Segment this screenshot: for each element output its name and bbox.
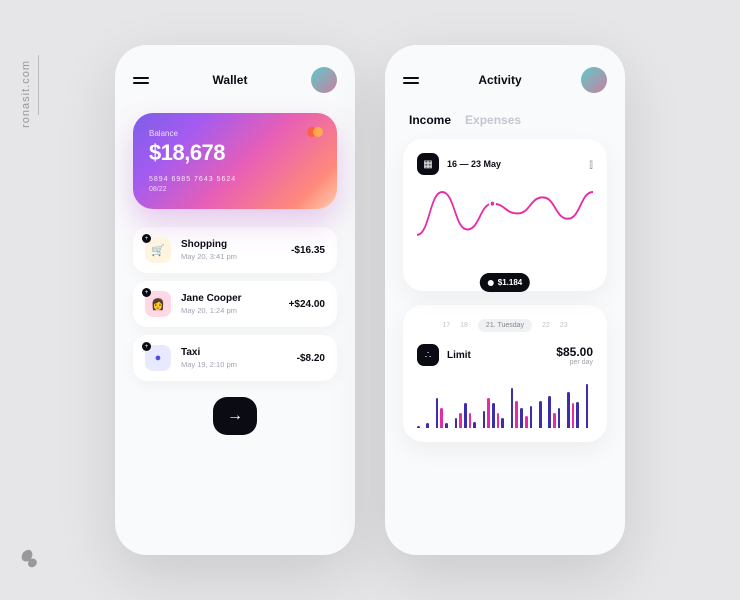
- activity-screen: Activity Income Expenses ▦ 16 — 23 May ⫾: [385, 45, 625, 555]
- day[interactable]: 23: [560, 322, 568, 329]
- day-active[interactable]: 21. Tuesday: [478, 319, 532, 332]
- date-range: 16 — 23 May: [447, 159, 501, 169]
- dot-icon: [488, 280, 494, 286]
- day[interactable]: 17: [442, 322, 450, 329]
- page-title: Wallet: [213, 73, 248, 87]
- day[interactable]: 18: [460, 322, 468, 329]
- transaction-row[interactable]: +👩 Jane Cooper May 20, 1:24 pm +$24.00: [133, 281, 337, 327]
- card-number: 5894 6985 7643 5624: [149, 176, 321, 183]
- tx-amount: -$8.20: [297, 353, 325, 364]
- limit-card: 17 18 21. Tuesday 22 23 ∴ Limit $85.00 p…: [403, 305, 607, 442]
- income-line-chart: [417, 187, 593, 272]
- card-expiry: 08/22: [149, 186, 321, 193]
- brand-text: ronasit.com: [20, 60, 32, 128]
- next-button[interactable]: →: [213, 397, 257, 435]
- transaction-row[interactable]: +● Taxi May 19, 2:10 pm -$8.20: [133, 335, 337, 381]
- limit-per: per day: [556, 359, 593, 366]
- balance-amount: $18,678: [149, 140, 321, 166]
- person-icon: +👩: [145, 291, 171, 317]
- wallet-screen: Wallet Balance $18,678 5894 6985 7643 56…: [115, 45, 355, 555]
- avatar[interactable]: [311, 67, 337, 93]
- menu-icon[interactable]: [403, 77, 419, 84]
- day-selector[interactable]: 17 18 21. Tuesday 22 23: [417, 319, 593, 332]
- brand-logo-icon: [18, 548, 40, 570]
- limit-amount: $85.00: [556, 345, 593, 359]
- arrow-right-icon: →: [227, 407, 243, 425]
- page-title: Activity: [478, 73, 521, 87]
- balance-label: Balance: [149, 129, 321, 138]
- activity-tabs: Income Expenses: [403, 113, 607, 127]
- avatar[interactable]: [581, 67, 607, 93]
- tab-expenses[interactable]: Expenses: [465, 113, 521, 127]
- tx-date: May 20, 1:24 pm: [181, 306, 279, 315]
- chart-tooltip: $1.184: [480, 273, 530, 292]
- income-chart-card: ▦ 16 — 23 May ⫾: [403, 139, 607, 291]
- tx-name: Jane Cooper: [181, 293, 279, 304]
- tx-name: Shopping: [181, 239, 281, 250]
- divider: [38, 55, 39, 115]
- limit-bar-chart: [417, 378, 593, 428]
- tab-income[interactable]: Income: [409, 113, 451, 127]
- tx-date: May 19, 2:10 pm: [181, 360, 287, 369]
- tx-amount: -$16.35: [291, 245, 325, 256]
- tx-date: May 20, 3:41 pm: [181, 252, 281, 261]
- limit-label: Limit: [447, 350, 471, 361]
- tx-name: Taxi: [181, 347, 287, 358]
- sliders-icon[interactable]: ∴: [417, 344, 439, 366]
- taxi-icon: +●: [145, 345, 171, 371]
- transaction-list: +🛒 Shopping May 20, 3:41 pm -$16.35 +👩 Ja…: [133, 227, 337, 381]
- calendar-icon[interactable]: ▦: [417, 153, 439, 175]
- cart-icon: +🛒: [145, 237, 171, 263]
- tooltip-value: $1.184: [498, 278, 522, 287]
- balance-card[interactable]: Balance $18,678 5894 6985 7643 5624 08/2…: [133, 113, 337, 209]
- transaction-row[interactable]: +🛒 Shopping May 20, 3:41 pm -$16.35: [133, 227, 337, 273]
- chart-type-icon[interactable]: ⫾: [589, 157, 593, 172]
- day[interactable]: 22: [542, 322, 550, 329]
- menu-icon[interactable]: [133, 77, 149, 84]
- tx-amount: +$24.00: [289, 299, 325, 310]
